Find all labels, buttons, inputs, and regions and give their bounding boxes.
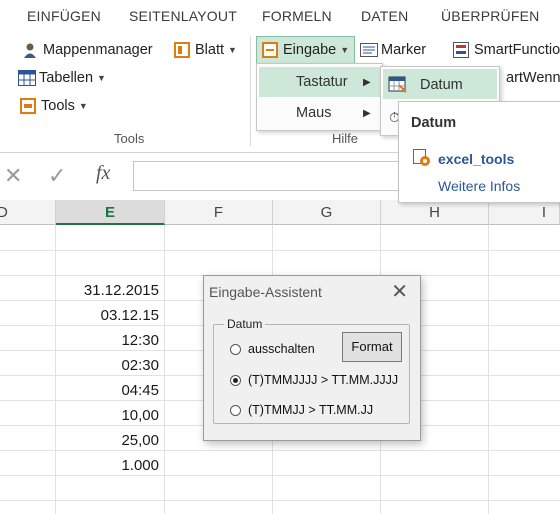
tools-icon bbox=[20, 98, 36, 114]
mappenmanager-button[interactable]: Mappenmanager bbox=[22, 39, 153, 61]
insert-function-icon[interactable]: fx bbox=[96, 162, 110, 185]
tab-daten[interactable]: DATEN bbox=[361, 8, 408, 24]
cell-e-5[interactable]: 04:45 bbox=[56, 382, 159, 399]
confirm-icon[interactable]: ✓ bbox=[48, 163, 66, 189]
tab-einfuegen[interactable]: EINFÜGEN bbox=[27, 8, 101, 24]
eingabe-button[interactable]: Eingabe ▼ bbox=[256, 36, 356, 64]
cell-e-8[interactable]: 1.000 bbox=[56, 457, 159, 474]
tabellen-label: Tabellen bbox=[39, 70, 94, 86]
tools-label: Tools bbox=[41, 98, 75, 114]
dialog-title: Eingabe-Assistent bbox=[209, 284, 322, 300]
smartfunction-label: SmartFunctio bbox=[474, 42, 560, 58]
chevron-down-icon: ▼ bbox=[97, 73, 106, 83]
function-icon bbox=[453, 42, 469, 58]
blatt-label: Blatt bbox=[195, 42, 225, 58]
group-separator bbox=[250, 36, 251, 146]
tooltip-title: Datum bbox=[411, 115, 457, 131]
radio-ausschalten[interactable] bbox=[230, 344, 241, 355]
menu-item-maus-label: Maus bbox=[296, 105, 332, 121]
sheet-icon bbox=[174, 42, 190, 58]
person-icon bbox=[22, 42, 38, 58]
radio-ttmmjjjj-label: (T)TMMJJJJ > TT.MM.JJJJ bbox=[248, 373, 399, 387]
column-header-i[interactable]: I bbox=[489, 200, 560, 225]
eingabe-assistent-dialog: Eingabe-Assistent ✕ Datum ausschalten (T… bbox=[203, 275, 421, 441]
smartwenn-label: artWenn bbox=[506, 70, 560, 86]
chevron-down-icon: ▼ bbox=[340, 45, 350, 55]
radio-ausschalten-label: ausschalten bbox=[248, 342, 315, 356]
grid-line bbox=[0, 500, 560, 501]
radio-ttmmjj[interactable] bbox=[230, 405, 241, 416]
blatt-button[interactable]: Blatt ▼ bbox=[174, 39, 237, 61]
ribbon-tab-bar: EINFÜGEN SEITENLAYOUT FORMELN DATEN ÜBER… bbox=[0, 0, 560, 30]
tab-seitenlayout[interactable]: SEITENLAYOUT bbox=[129, 8, 237, 24]
chevron-right-icon: ▶ bbox=[363, 108, 371, 119]
calendar-icon bbox=[388, 75, 408, 98]
eingabe-menu: Tastatur ▶ Maus ▶ bbox=[256, 63, 383, 131]
grid-line bbox=[0, 450, 560, 451]
eingabe-label: Eingabe bbox=[283, 42, 337, 58]
cell-e-4[interactable]: 02:30 bbox=[56, 357, 159, 374]
group-label-hilfe: Hilfe bbox=[332, 131, 359, 146]
gear-icon bbox=[413, 149, 431, 172]
tooltip-more-info-link[interactable]: Weitere Infos bbox=[438, 178, 520, 194]
menu-item-tastatur-label: Tastatur bbox=[296, 74, 348, 90]
datum-group-label: Datum bbox=[227, 317, 263, 331]
cell-e-2[interactable]: 03.12.15 bbox=[56, 307, 159, 324]
input-icon bbox=[262, 42, 278, 58]
cell-e-3[interactable]: 12:30 bbox=[56, 332, 159, 349]
format-button[interactable]: Format bbox=[342, 332, 402, 362]
smartfunction-button[interactable]: SmartFunctio bbox=[453, 39, 560, 61]
column-header-f[interactable]: F bbox=[165, 200, 273, 225]
tooltip-link-excel-tools[interactable]: excel_tools bbox=[438, 151, 514, 167]
column-header-g[interactable]: G bbox=[273, 200, 381, 225]
grid-line bbox=[0, 475, 560, 476]
tooltip: Datum excel_tools Weitere Infos bbox=[398, 101, 560, 203]
grid-line bbox=[164, 225, 165, 514]
chevron-down-icon: ▼ bbox=[228, 45, 237, 55]
column-header-e[interactable]: E bbox=[56, 200, 165, 225]
column-header-d[interactable]: D bbox=[0, 200, 56, 225]
marker-icon bbox=[360, 42, 378, 58]
tab-formeln[interactable]: FORMELN bbox=[262, 8, 332, 24]
marker-label: Marker bbox=[381, 42, 427, 58]
smartwenn-button[interactable]: artWenn bbox=[506, 67, 560, 89]
menu-item-datum[interactable]: Datum bbox=[383, 69, 497, 99]
cancel-icon[interactable]: ✕ bbox=[4, 163, 22, 189]
chevron-right-icon: ▶ bbox=[363, 77, 371, 88]
grid-line bbox=[488, 225, 489, 514]
marker-button[interactable]: Marker bbox=[360, 39, 426, 61]
menu-item-datum-label: Datum bbox=[420, 77, 463, 93]
tabellen-button[interactable]: Tabellen ▼ bbox=[18, 67, 106, 89]
column-header-h[interactable]: H bbox=[381, 200, 489, 225]
table-icon bbox=[18, 70, 36, 86]
mappenmanager-label: Mappenmanager bbox=[43, 42, 153, 58]
close-icon[interactable]: ✕ bbox=[391, 279, 408, 304]
cell-e-7[interactable]: 25,00 bbox=[56, 432, 159, 449]
cell-e-1[interactable]: 31.12.2015 bbox=[56, 282, 159, 299]
menu-item-tastatur[interactable]: Tastatur ▶ bbox=[259, 67, 380, 97]
menu-item-maus[interactable]: Maus ▶ bbox=[259, 99, 380, 127]
cell-e-6[interactable]: 10,00 bbox=[56, 407, 159, 424]
radio-ttmmjjjj[interactable] bbox=[230, 375, 241, 386]
tab-ueberpruefen[interactable]: ÜBERPRÜFEN bbox=[441, 8, 539, 24]
group-label-tools: Tools bbox=[114, 131, 145, 146]
radio-ttmmjj-label: (T)TMMJJ > TT.MM.JJ bbox=[248, 403, 374, 417]
tools-button[interactable]: Tools ▼ bbox=[20, 95, 88, 117]
grid-line bbox=[0, 250, 560, 251]
chevron-down-icon: ▼ bbox=[78, 101, 88, 111]
